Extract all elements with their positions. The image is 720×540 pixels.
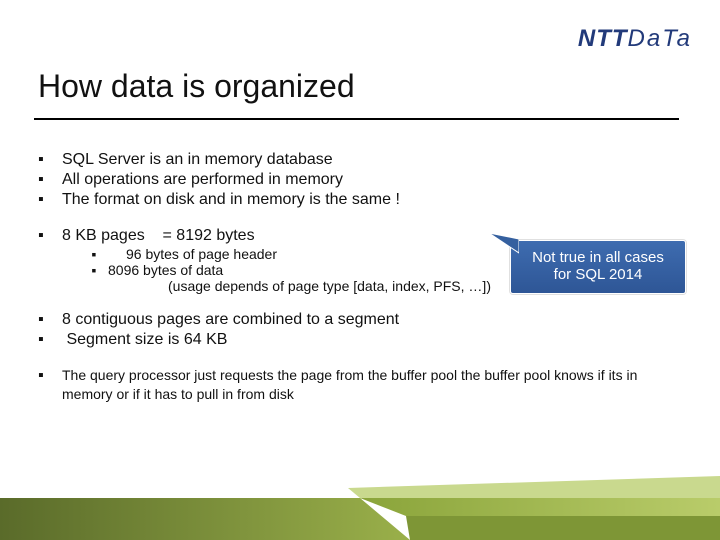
bullet-icon: ▪ xyxy=(38,170,62,190)
bullet-group-top: ▪ SQL Server is an in memory database ▪ … xyxy=(38,150,686,210)
bullet-icon: ▪ xyxy=(38,366,62,386)
bullet-text: The query processor just requests the pa… xyxy=(62,366,686,404)
bullet-query: ▪ The query processor just requests the … xyxy=(38,366,686,404)
bullet-text: 8 KB pages = 8192 bytes xyxy=(62,226,255,246)
list-item: ▪ The query processor just requests the … xyxy=(38,366,686,404)
bullet-text: All operations are performed in memory xyxy=(62,170,343,190)
brand-thin: DaTa xyxy=(628,25,692,52)
brand-bold: NTT xyxy=(578,25,628,52)
list-item: ▪ SQL Server is an in memory database xyxy=(38,150,686,170)
callout-tail-icon xyxy=(489,233,519,257)
bullet-icon: ▪ xyxy=(80,246,108,262)
bullet-text: The format on disk and in memory is the … xyxy=(62,190,400,210)
list-item: ▪ All operations are performed in memory xyxy=(38,170,686,190)
callout-box: Not true in all cases for SQL 2014 xyxy=(510,240,686,294)
footer-decoration xyxy=(0,476,720,540)
bullet-text: Segment size is 64 KB xyxy=(62,330,227,350)
bullet-text: 8 contiguous pages are combined to a seg… xyxy=(62,310,399,330)
list-item: ▪ The format on disk and in memory is th… xyxy=(38,190,686,210)
bullet-icon: ▪ xyxy=(38,330,62,350)
list-item: ▪ 8 contiguous pages are combined to a s… xyxy=(38,310,686,330)
bullet-text: 8096 bytes of data xyxy=(108,262,223,278)
callout: Not true in all cases for SQL 2014 xyxy=(510,240,686,294)
list-item: ▪ Segment size is 64 KB xyxy=(38,330,686,350)
bullet-icon: ▪ xyxy=(38,150,62,170)
page-title: How data is organized xyxy=(38,68,355,105)
bullet-icon: ▪ xyxy=(38,190,62,210)
bullet-icon: ▪ xyxy=(38,310,62,330)
bullet-text: SQL Server is an in memory database xyxy=(62,150,333,170)
bullet-icon: ▪ xyxy=(80,262,108,278)
callout-line1: Not true in all cases xyxy=(517,249,679,266)
brand-logo: NTTDaTa xyxy=(578,25,692,53)
bullet-icon: ▪ xyxy=(38,226,62,246)
bullet-text: 96 bytes of page header xyxy=(108,246,277,262)
bullet-group-segment: ▪ 8 contiguous pages are combined to a s… xyxy=(38,310,686,350)
callout-line2: for SQL 2014 xyxy=(517,266,679,283)
slide: NTTDaTa How data is organized ▪ SQL Serv… xyxy=(0,0,720,540)
title-underline xyxy=(34,118,679,120)
